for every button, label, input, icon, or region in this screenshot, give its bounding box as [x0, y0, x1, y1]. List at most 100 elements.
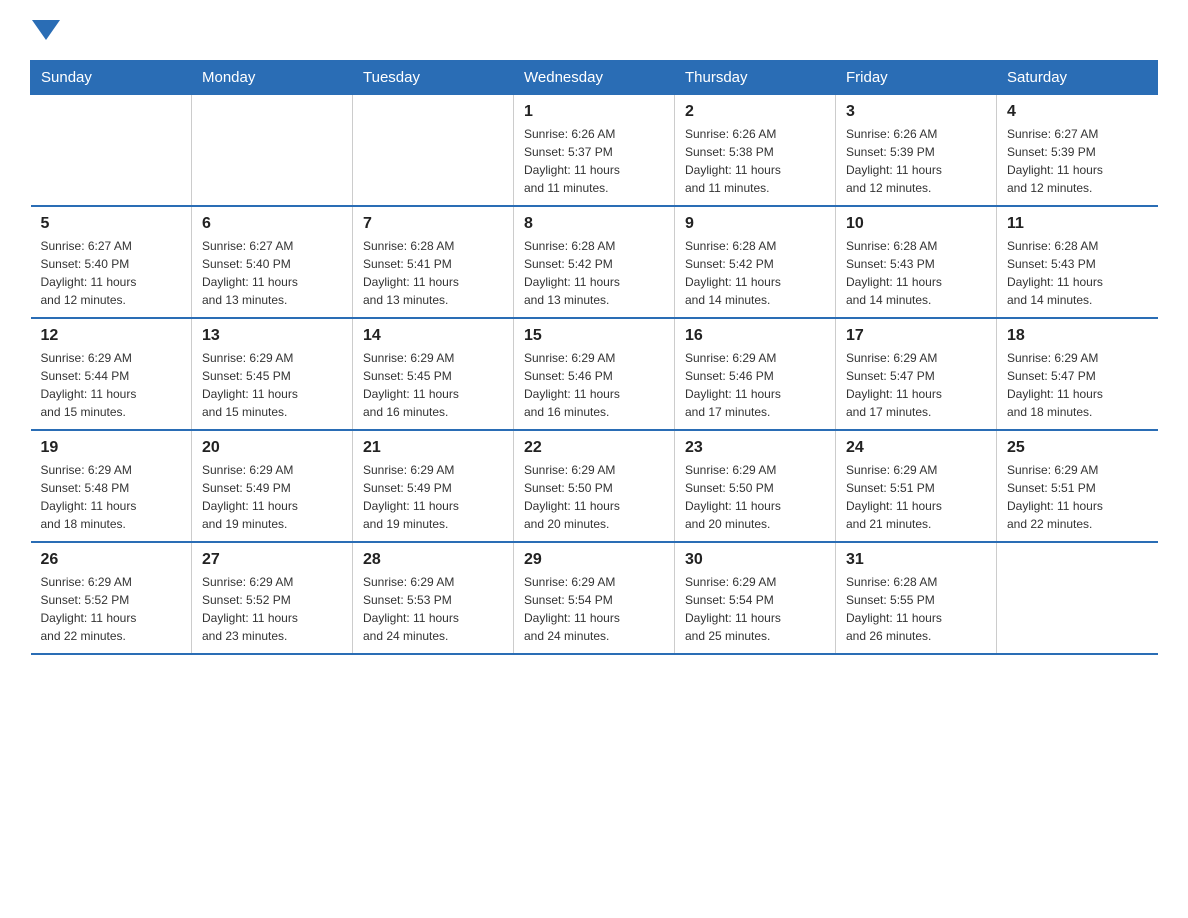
calendar-day-header: Thursday — [675, 61, 836, 95]
calendar-week-row: 12 Sunrise: 6:29 AM Sunset: 5:44 PM Dayli… — [31, 318, 1158, 430]
day-info: Sunrise: 6:29 AM Sunset: 5:47 PM Dayligh… — [1007, 349, 1148, 421]
day-info: Sunrise: 6:29 AM Sunset: 5:46 PM Dayligh… — [685, 349, 825, 421]
calendar-day-cell: 23Sunrise: 6:29 AM Sunset: 5:50 PM Dayli… — [675, 430, 836, 542]
calendar-day-cell: 20 Sunrise: 6:29 AM Sunset: 5:49 PM Dayli… — [192, 430, 353, 542]
calendar-day-cell: 25 Sunrise: 6:29 AM Sunset: 5:51 PM Dayli… — [997, 430, 1158, 542]
day-info: Sunrise: 6:29 AM Sunset: 5:47 PM Dayligh… — [846, 349, 986, 421]
day-info: Sunrise: 6:29 AM Sunset: 5:44 PM Dayligh… — [41, 349, 182, 421]
day-info: Sunrise: 6:29 AM Sunset: 5:50 PM Dayligh… — [685, 461, 825, 533]
day-info: Sunrise: 6:26 AM Sunset: 5:38 PM Dayligh… — [685, 125, 825, 197]
calendar-day-cell: 1 Sunrise: 6:26 AM Sunset: 5:37 PM Daylig… — [514, 95, 675, 207]
day-number: 11 — [1007, 215, 1148, 233]
calendar-day-cell: 14 Sunrise: 6:29 AM Sunset: 5:45 PM Dayli… — [353, 318, 514, 430]
day-number: 26 — [41, 551, 182, 569]
calendar-day-cell: 18 Sunrise: 6:29 AM Sunset: 5:47 PM Dayli… — [997, 318, 1158, 430]
day-info: Sunrise: 6:29 AM Sunset: 5:49 PM Dayligh… — [202, 461, 342, 533]
day-number: 19 — [41, 439, 182, 457]
day-info: Sunrise: 6:29 AM Sunset: 5:51 PM Dayligh… — [846, 461, 986, 533]
day-number: 12 — [41, 327, 182, 345]
day-number: 30 — [685, 551, 825, 569]
calendar-day-cell: 17 Sunrise: 6:29 AM Sunset: 5:47 PM Dayli… — [836, 318, 997, 430]
day-number: 31 — [846, 551, 986, 569]
day-number: 9 — [685, 215, 825, 233]
day-info: Sunrise: 6:29 AM Sunset: 5:45 PM Dayligh… — [363, 349, 503, 421]
day-info: Sunrise: 6:29 AM Sunset: 5:54 PM Dayligh… — [524, 573, 664, 645]
calendar-week-row: 19 Sunrise: 6:29 AM Sunset: 5:48 PM Dayli… — [31, 430, 1158, 542]
calendar-day-cell — [192, 95, 353, 207]
calendar-day-cell: 22 Sunrise: 6:29 AM Sunset: 5:50 PM Dayli… — [514, 430, 675, 542]
day-number: 1 — [524, 103, 664, 121]
day-number: 20 — [202, 439, 342, 457]
day-number: 18 — [1007, 327, 1148, 345]
day-info: Sunrise: 6:27 AM Sunset: 5:40 PM Dayligh… — [202, 237, 342, 309]
calendar-day-cell — [353, 95, 514, 207]
day-info: Sunrise: 6:26 AM Sunset: 5:37 PM Dayligh… — [524, 125, 664, 197]
day-number: 28 — [363, 551, 503, 569]
day-info: Sunrise: 6:28 AM Sunset: 5:42 PM Dayligh… — [524, 237, 664, 309]
day-number: 17 — [846, 327, 986, 345]
calendar-day-cell: 15 Sunrise: 6:29 AM Sunset: 5:46 PM Dayli… — [514, 318, 675, 430]
day-number: 22 — [524, 439, 664, 457]
calendar-day-cell: 4 Sunrise: 6:27 AM Sunset: 5:39 PM Daylig… — [997, 95, 1158, 207]
calendar-day-cell: 10Sunrise: 6:28 AM Sunset: 5:43 PM Dayli… — [836, 206, 997, 318]
calendar-day-cell: 19 Sunrise: 6:29 AM Sunset: 5:48 PM Dayli… — [31, 430, 192, 542]
calendar-day-header: Friday — [836, 61, 997, 95]
calendar-day-cell: 11 Sunrise: 6:28 AM Sunset: 5:43 PM Dayli… — [997, 206, 1158, 318]
day-info: Sunrise: 6:27 AM Sunset: 5:40 PM Dayligh… — [41, 237, 182, 309]
day-number: 24 — [846, 439, 986, 457]
day-number: 5 — [41, 215, 182, 233]
calendar-week-row: 26 Sunrise: 6:29 AM Sunset: 5:52 PM Dayli… — [31, 542, 1158, 654]
day-info: Sunrise: 6:28 AM Sunset: 5:43 PM Dayligh… — [846, 237, 986, 309]
day-info: Sunrise: 6:29 AM Sunset: 5:46 PM Dayligh… — [524, 349, 664, 421]
calendar-day-cell: 13Sunrise: 6:29 AM Sunset: 5:45 PM Dayli… — [192, 318, 353, 430]
day-number: 14 — [363, 327, 503, 345]
day-info: Sunrise: 6:28 AM Sunset: 5:55 PM Dayligh… — [846, 573, 986, 645]
day-number: 15 — [524, 327, 664, 345]
calendar-day-cell: 30Sunrise: 6:29 AM Sunset: 5:54 PM Dayli… — [675, 542, 836, 654]
day-number: 8 — [524, 215, 664, 233]
calendar-day-header: Tuesday — [353, 61, 514, 95]
day-info: Sunrise: 6:29 AM Sunset: 5:51 PM Dayligh… — [1007, 461, 1148, 533]
day-info: Sunrise: 6:29 AM Sunset: 5:49 PM Dayligh… — [363, 461, 503, 533]
calendar-week-row: 5 Sunrise: 6:27 AM Sunset: 5:40 PM Daylig… — [31, 206, 1158, 318]
day-info: Sunrise: 6:29 AM Sunset: 5:50 PM Dayligh… — [524, 461, 664, 533]
day-number: 25 — [1007, 439, 1148, 457]
day-info: Sunrise: 6:26 AM Sunset: 5:39 PM Dayligh… — [846, 125, 986, 197]
calendar-day-cell: 8 Sunrise: 6:28 AM Sunset: 5:42 PM Daylig… — [514, 206, 675, 318]
day-number: 13 — [202, 327, 342, 345]
logo — [30, 20, 60, 40]
calendar-table: SundayMondayTuesdayWednesdayThursdayFrid… — [30, 60, 1158, 655]
logo-triangle-icon — [32, 20, 60, 40]
day-number: 3 — [846, 103, 986, 121]
day-number: 21 — [363, 439, 503, 457]
day-info: Sunrise: 6:28 AM Sunset: 5:43 PM Dayligh… — [1007, 237, 1148, 309]
day-number: 2 — [685, 103, 825, 121]
day-info: Sunrise: 6:28 AM Sunset: 5:41 PM Dayligh… — [363, 237, 503, 309]
calendar-day-cell: 2 Sunrise: 6:26 AM Sunset: 5:38 PM Daylig… — [675, 95, 836, 207]
calendar-day-cell: 26 Sunrise: 6:29 AM Sunset: 5:52 PM Dayli… — [31, 542, 192, 654]
day-number: 4 — [1007, 103, 1148, 121]
day-number: 16 — [685, 327, 825, 345]
calendar-day-header: Monday — [192, 61, 353, 95]
day-info: Sunrise: 6:29 AM Sunset: 5:52 PM Dayligh… — [202, 573, 342, 645]
calendar-day-cell: 21 Sunrise: 6:29 AM Sunset: 5:49 PM Dayli… — [353, 430, 514, 542]
day-info: Sunrise: 6:28 AM Sunset: 5:42 PM Dayligh… — [685, 237, 825, 309]
calendar-day-cell: 3 Sunrise: 6:26 AM Sunset: 5:39 PM Daylig… — [836, 95, 997, 207]
calendar-day-cell: 24 Sunrise: 6:29 AM Sunset: 5:51 PM Dayli… — [836, 430, 997, 542]
calendar-day-cell: 28Sunrise: 6:29 AM Sunset: 5:53 PM Dayli… — [353, 542, 514, 654]
day-info: Sunrise: 6:27 AM Sunset: 5:39 PM Dayligh… — [1007, 125, 1148, 197]
calendar-day-header: Sunday — [31, 61, 192, 95]
day-number: 27 — [202, 551, 342, 569]
calendar-day-cell: 7 Sunrise: 6:28 AM Sunset: 5:41 PM Daylig… — [353, 206, 514, 318]
calendar-day-cell: 27 Sunrise: 6:29 AM Sunset: 5:52 PM Dayli… — [192, 542, 353, 654]
calendar-day-cell: 6 Sunrise: 6:27 AM Sunset: 5:40 PM Daylig… — [192, 206, 353, 318]
calendar-day-cell: 31 Sunrise: 6:28 AM Sunset: 5:55 PM Dayli… — [836, 542, 997, 654]
calendar-day-cell — [31, 95, 192, 207]
day-info: Sunrise: 6:29 AM Sunset: 5:48 PM Dayligh… — [41, 461, 182, 533]
calendar-day-cell — [997, 542, 1158, 654]
day-number: 7 — [363, 215, 503, 233]
day-info: Sunrise: 6:29 AM Sunset: 5:52 PM Dayligh… — [41, 573, 182, 645]
calendar-day-cell: 9 Sunrise: 6:28 AM Sunset: 5:42 PM Daylig… — [675, 206, 836, 318]
calendar-day-cell: 16 Sunrise: 6:29 AM Sunset: 5:46 PM Dayli… — [675, 318, 836, 430]
day-number: 6 — [202, 215, 342, 233]
